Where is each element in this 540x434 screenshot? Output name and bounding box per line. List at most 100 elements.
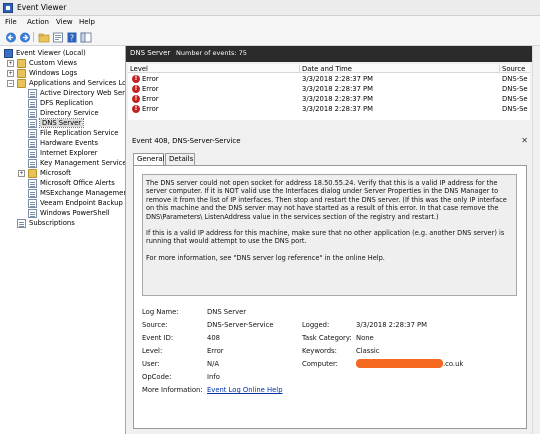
user-label: User:	[142, 360, 160, 368]
vertical-scrollbar[interactable]	[532, 46, 540, 434]
error-icon: !	[132, 85, 140, 93]
event-viewer-icon	[3, 3, 13, 13]
user-value: N/A	[207, 360, 220, 368]
tree-item-label: DNS Server	[38, 118, 85, 128]
tree-item-log[interactable]: DFS Replication	[28, 98, 93, 108]
log-icon	[28, 138, 37, 148]
folder-up-button[interactable]	[37, 31, 50, 43]
tree-item-label: DFS Replication	[40, 99, 94, 107]
close-icon[interactable]: ✕	[521, 136, 528, 145]
row-source: DNS-Se	[502, 95, 528, 103]
event-detail-title: Event 408, DNS-Server-Service	[132, 137, 241, 145]
log-icon	[28, 148, 37, 158]
error-icon: !	[132, 75, 140, 83]
row-level: Error	[142, 85, 159, 93]
row-level: Error	[142, 95, 159, 103]
menu-action[interactable]: Action	[27, 18, 49, 26]
help-button[interactable]: ?	[65, 31, 78, 43]
expand-icon[interactable]: +	[18, 169, 25, 177]
menu-help[interactable]: Help	[79, 18, 95, 26]
log-icon	[28, 98, 37, 108]
more-information-label: More Information:	[142, 386, 203, 394]
tree-item-subscriptions[interactable]: Subscriptions	[17, 218, 75, 228]
tree-item-microsoft[interactable]: + Microsoft	[18, 168, 71, 178]
collapse-icon[interactable]: −	[7, 79, 14, 87]
expand-icon[interactable]: +	[7, 59, 14, 67]
show-hide-panel-button[interactable]	[79, 31, 92, 43]
folder-icon	[28, 168, 37, 178]
row-datetime: 3/3/2018 2:28:37 PM	[302, 85, 374, 93]
tree-item-label: Microsoft Office Alerts	[40, 179, 115, 187]
tree-item-windows-logs[interactable]: + Windows Logs	[7, 68, 77, 78]
computer-label: Computer:	[302, 360, 338, 368]
log-name: DNS Server	[130, 49, 171, 57]
folder-icon	[17, 58, 26, 68]
forward-button[interactable]	[18, 31, 31, 43]
log-icon	[28, 188, 37, 198]
tree-item-label: Directory Service	[40, 109, 99, 117]
column-header-level[interactable]: Level	[130, 65, 300, 73]
properties-icon	[52, 32, 63, 42]
event-message[interactable]: The DNS server could not open socket for…	[142, 174, 517, 296]
tree-item-log[interactable]: File Replication Service	[28, 128, 118, 138]
tree-item-log[interactable]: Key Management Service	[28, 158, 126, 168]
tree-item-label: MSExchange Management	[40, 189, 126, 197]
toolbar: ?	[0, 29, 540, 46]
event-log-online-help-link[interactable]: Event Log Online Help	[207, 386, 283, 394]
tree-item-label: Veeam Endpoint Backup	[40, 199, 123, 207]
tree-item-log[interactable]: Veeam Endpoint Backup	[28, 198, 123, 208]
table-row[interactable]: ! Error 3/3/2018 2:28:37 PM DNS-Se	[128, 74, 530, 84]
tree-item-log[interactable]: Hardware Events	[28, 138, 98, 148]
table-row[interactable]: ! Error 3/3/2018 2:28:37 PM DNS-Se	[128, 104, 530, 114]
tree-item-dns-server[interactable]: DNS Server	[28, 118, 85, 128]
tree-item-log[interactable]: Active Directory Web Service	[28, 88, 125, 98]
log-icon	[28, 158, 37, 168]
tree-item-root[interactable]: Event Viewer (Local)	[4, 48, 86, 58]
log-name-label: Log Name:	[142, 308, 179, 316]
computer-value: .co.uk	[443, 360, 464, 368]
message-paragraph: If this is a valid IP address for this m…	[146, 229, 505, 246]
row-source: DNS-Se	[502, 105, 528, 113]
table-row[interactable]: ! Error 3/3/2018 2:28:37 PM DNS-Se	[128, 94, 530, 104]
properties-button[interactable]	[51, 31, 64, 43]
navigation-tree[interactable]: Event Viewer (Local) + Custom Views + Wi…	[0, 46, 126, 434]
tree-item-custom-views[interactable]: + Custom Views	[7, 58, 77, 68]
column-header-source[interactable]: Source	[502, 65, 530, 73]
menu-file[interactable]: File	[5, 18, 17, 26]
expand-icon[interactable]: +	[7, 69, 14, 77]
back-icon	[5, 32, 16, 42]
events-table[interactable]: Level Date and Time Source ! Error 3/3/2…	[128, 64, 530, 120]
opcode-label: OpCode:	[142, 373, 172, 381]
tree-item-log[interactable]: Windows PowerShell	[28, 208, 110, 218]
tree-item-label: Key Management Service	[40, 159, 126, 167]
tree-item-apps-services[interactable]: − Applications and Services Logs	[7, 78, 125, 88]
event-detail-panel: The DNS server could not open socket for…	[133, 165, 527, 429]
folder-icon	[17, 78, 26, 88]
log-name-value: DNS Server	[207, 308, 247, 316]
row-level: Error	[142, 105, 159, 113]
menu-view[interactable]: View	[56, 18, 73, 26]
table-row[interactable]: ! Error 3/3/2018 2:28:37 PM DNS-Se	[128, 84, 530, 94]
logged-value: 3/3/2018 2:28:37 PM	[356, 321, 428, 329]
back-button[interactable]	[4, 31, 17, 43]
tree-item-label: File Replication Service	[40, 129, 119, 137]
table-header: Level Date and Time Source	[128, 64, 530, 73]
column-header-datetime[interactable]: Date and Time	[302, 65, 500, 73]
log-icon	[28, 108, 37, 118]
tree-item-label: Hardware Events	[40, 139, 98, 147]
tree-item-log[interactable]: MSExchange Management	[28, 188, 126, 198]
tree-item-label: Event Viewer (Local)	[16, 49, 86, 57]
tree-item-log[interactable]: Internet Explorer	[28, 148, 97, 158]
source-value: DNS-Server-Service	[207, 321, 274, 329]
svg-text:?: ?	[69, 33, 73, 42]
row-source: DNS-Se	[502, 75, 528, 83]
tab-details[interactable]: Details	[165, 153, 195, 165]
keywords-value: Classic	[356, 347, 380, 355]
source-label: Source:	[142, 321, 168, 329]
tree-item-log[interactable]: Directory Service	[28, 108, 99, 118]
message-paragraph: The DNS server could not open socket for…	[146, 179, 507, 221]
event-count: Number of events: 75	[176, 49, 247, 57]
events-header: DNS Server Number of events: 75	[126, 46, 532, 62]
tree-item-log[interactable]: Microsoft Office Alerts	[28, 178, 115, 188]
folder-icon	[17, 68, 26, 78]
